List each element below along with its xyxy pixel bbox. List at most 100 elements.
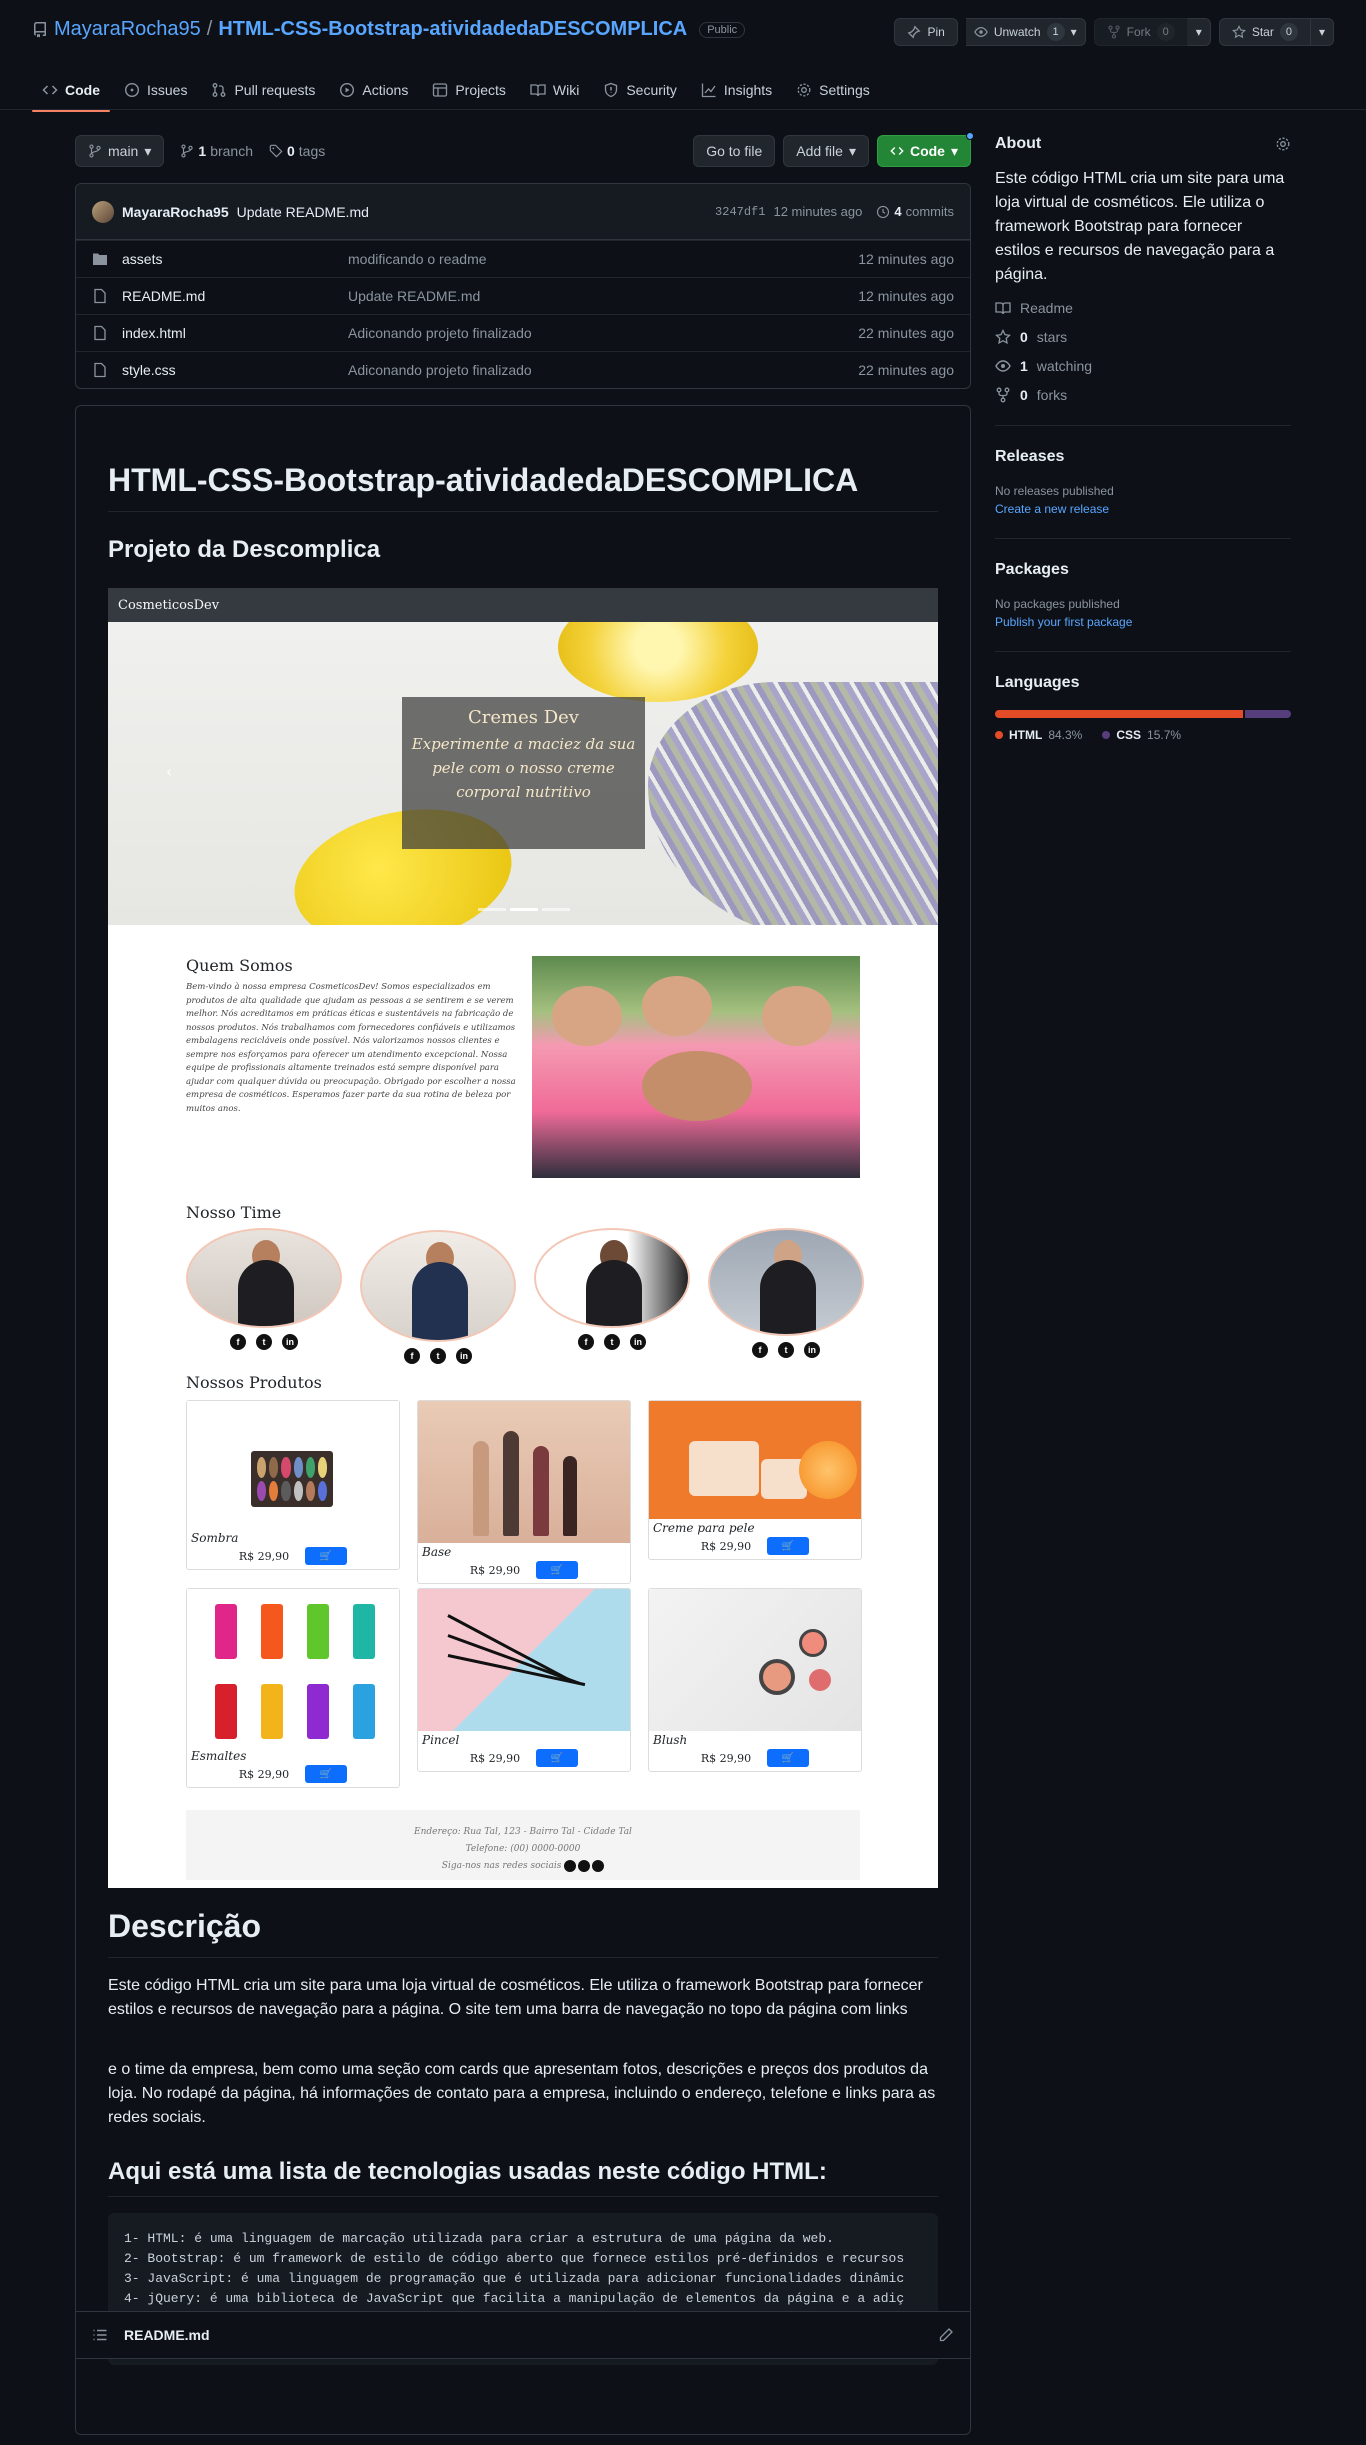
language-name: CSS bbox=[1116, 728, 1142, 742]
repo-name-link[interactable]: HTML-CSS-Bootstrap-atividadedaDESCOMPLIC… bbox=[218, 18, 687, 41]
create-release-link[interactable]: Create a new release bbox=[995, 502, 1291, 516]
releases-heading[interactable]: Releases bbox=[995, 448, 1291, 466]
tab-actions[interactable]: Actions bbox=[329, 70, 418, 110]
file-commit-message[interactable]: modificando o readme bbox=[348, 251, 858, 267]
add-to-cart-button[interactable]: 🛒 bbox=[536, 1749, 579, 1767]
commit-sha[interactable]: 3247df1 bbox=[715, 205, 765, 219]
star-dropdown-button[interactable]: ▾ bbox=[1310, 18, 1334, 46]
pin-button[interactable]: Pin bbox=[894, 18, 958, 46]
star-button[interactable]: Star 0 bbox=[1218, 18, 1311, 46]
tab-pull-requests[interactable]: Pull requests bbox=[201, 70, 325, 110]
commit-word: commits bbox=[905, 204, 954, 219]
file-name[interactable]: index.html bbox=[122, 325, 186, 341]
tab-code[interactable]: Code bbox=[32, 70, 110, 112]
language-dot bbox=[995, 731, 1003, 739]
tab-issues[interactable]: Issues bbox=[114, 70, 197, 110]
chevron-down-icon: ▾ bbox=[1195, 25, 1202, 39]
shopping-cart-icon: 🛒 bbox=[550, 1564, 564, 1576]
linkedin-icon[interactable]: in bbox=[282, 1334, 298, 1350]
linkedin-icon[interactable]: in bbox=[804, 1342, 820, 1358]
pencil-icon[interactable] bbox=[938, 2327, 954, 2343]
facebook-icon[interactable] bbox=[564, 1859, 577, 1872]
gear-icon[interactable] bbox=[1275, 136, 1291, 152]
packages-heading[interactable]: Packages bbox=[995, 561, 1291, 579]
about-section: Quem Somos Bem-vindo à nossa empresa Cos… bbox=[186, 956, 516, 1116]
file-row[interactable]: index.html Adiconando projeto finalizado… bbox=[76, 314, 970, 351]
tab-label: Projects bbox=[455, 82, 506, 98]
repo-owner-link[interactable]: MayaraRocha95 bbox=[54, 18, 201, 41]
commit-message[interactable]: Update README.md bbox=[237, 204, 369, 220]
tags-link[interactable]: 0 tags bbox=[269, 143, 325, 159]
file-name[interactable]: assets bbox=[122, 251, 162, 267]
fork-button[interactable]: Fork 0 bbox=[1093, 18, 1188, 46]
branches-link[interactable]: 1 branch bbox=[180, 143, 253, 159]
pull-request-icon bbox=[213, 83, 226, 97]
file-row[interactable]: style.css Adiconando projeto finalizado … bbox=[76, 351, 970, 388]
linkedin-icon[interactable]: in bbox=[456, 1348, 472, 1364]
twitter-icon[interactable]: t bbox=[778, 1342, 794, 1358]
facebook-icon[interactable]: f bbox=[230, 1334, 246, 1350]
facebook-icon[interactable]: f bbox=[578, 1334, 594, 1350]
tab-security[interactable]: Security bbox=[593, 70, 687, 110]
go-to-file-button[interactable]: Go to file bbox=[693, 135, 776, 167]
add-to-cart-button[interactable]: 🛒 bbox=[305, 1765, 348, 1783]
language-item-html[interactable]: HTML 84.3% bbox=[995, 728, 1082, 742]
stars-link[interactable]: 0 stars bbox=[995, 329, 1291, 345]
watching-link[interactable]: 1 watching bbox=[995, 358, 1291, 374]
star-counter: 0 bbox=[1279, 23, 1298, 41]
file-commit-message[interactable]: Adiconando projeto finalizado bbox=[348, 325, 858, 341]
language-item-css[interactable]: CSS 15.7% bbox=[1102, 728, 1181, 742]
fork-dropdown-button[interactable]: ▾ bbox=[1187, 18, 1211, 46]
avatar[interactable] bbox=[92, 200, 114, 223]
add-to-cart-button[interactable]: 🛒 bbox=[767, 1537, 810, 1555]
product-name: Base bbox=[422, 1545, 452, 1559]
tab-settings[interactable]: Settings bbox=[786, 70, 880, 110]
branch-select-button[interactable]: main ▾ bbox=[75, 135, 165, 167]
tag-word: tags bbox=[298, 143, 326, 159]
about-stats: Readme 0 stars 1 watching 0 forks bbox=[995, 300, 1291, 403]
add-to-cart-button[interactable]: 🛒 bbox=[767, 1749, 810, 1767]
member-photo bbox=[186, 1228, 342, 1328]
code-button[interactable]: Code ▾ bbox=[876, 132, 974, 167]
file-commit-message[interactable]: Adiconando projeto finalizado bbox=[348, 362, 858, 378]
play-icon bbox=[340, 82, 355, 98]
list-icon[interactable] bbox=[92, 2327, 108, 2343]
file-row[interactable]: assets modificando o readme 12 minutes a… bbox=[76, 240, 970, 277]
folder-icon bbox=[93, 253, 107, 265]
tab-insights[interactable]: Insights bbox=[691, 70, 782, 110]
site-footer: Endereço: Rua Tal, 123 - Bairro Tal - Ci… bbox=[186, 1810, 860, 1880]
twitter-icon[interactable]: t bbox=[256, 1334, 272, 1350]
forks-link[interactable]: 0 forks bbox=[995, 387, 1291, 403]
linkedin-icon[interactable] bbox=[592, 1859, 605, 1872]
add-file-button[interactable]: Add file ▾ bbox=[783, 135, 869, 167]
twitter-icon[interactable]: t bbox=[604, 1334, 620, 1350]
twitter-icon[interactable]: t bbox=[430, 1348, 446, 1364]
add-to-cart-button[interactable]: 🛒 bbox=[536, 1561, 579, 1579]
hero-title: Cremes Dev bbox=[468, 707, 579, 728]
facebook-icon[interactable]: f bbox=[752, 1342, 768, 1358]
branch-actions: Go to file Add file ▾ Code ▾ bbox=[693, 132, 974, 167]
linkedin-icon[interactable]: in bbox=[630, 1334, 646, 1350]
commit-count: 4 bbox=[894, 204, 902, 219]
product-name: Blush bbox=[653, 1733, 688, 1747]
facebook-icon[interactable]: f bbox=[404, 1348, 420, 1364]
add-file-label: Add file bbox=[796, 143, 843, 159]
file-commit-message[interactable]: Update README.md bbox=[348, 288, 858, 304]
commits-link[interactable]: 4 commits bbox=[876, 204, 954, 219]
unwatch-button[interactable]: Unwatch 1 ▾ bbox=[965, 18, 1086, 46]
twitter-icon[interactable] bbox=[578, 1859, 591, 1872]
about-description: Este código HTML cria um site para uma l… bbox=[995, 170, 1285, 283]
description-paragraph: e o time da empresa, bem como uma seção … bbox=[108, 2061, 936, 2126]
publish-package-link[interactable]: Publish your first package bbox=[995, 615, 1291, 629]
commit-author[interactable]: MayaraRocha95 bbox=[122, 204, 229, 220]
hero-text: Experimente a maciez da sua pele com o n… bbox=[411, 735, 636, 801]
tab-wiki[interactable]: Wiki bbox=[520, 70, 589, 110]
hero-carousel: ‹ Cremes Dev Experimente a maciez da sua… bbox=[108, 622, 938, 925]
file-row[interactable]: README.md Update README.md 12 minutes ag… bbox=[76, 277, 970, 314]
file-name[interactable]: README.md bbox=[122, 288, 205, 304]
tab-projects[interactable]: Projects bbox=[422, 70, 516, 110]
file-name[interactable]: style.css bbox=[122, 362, 176, 378]
add-to-cart-button[interactable]: 🛒 bbox=[305, 1547, 348, 1565]
readme-link[interactable]: Readme bbox=[995, 300, 1291, 316]
code-icon bbox=[42, 85, 58, 95]
